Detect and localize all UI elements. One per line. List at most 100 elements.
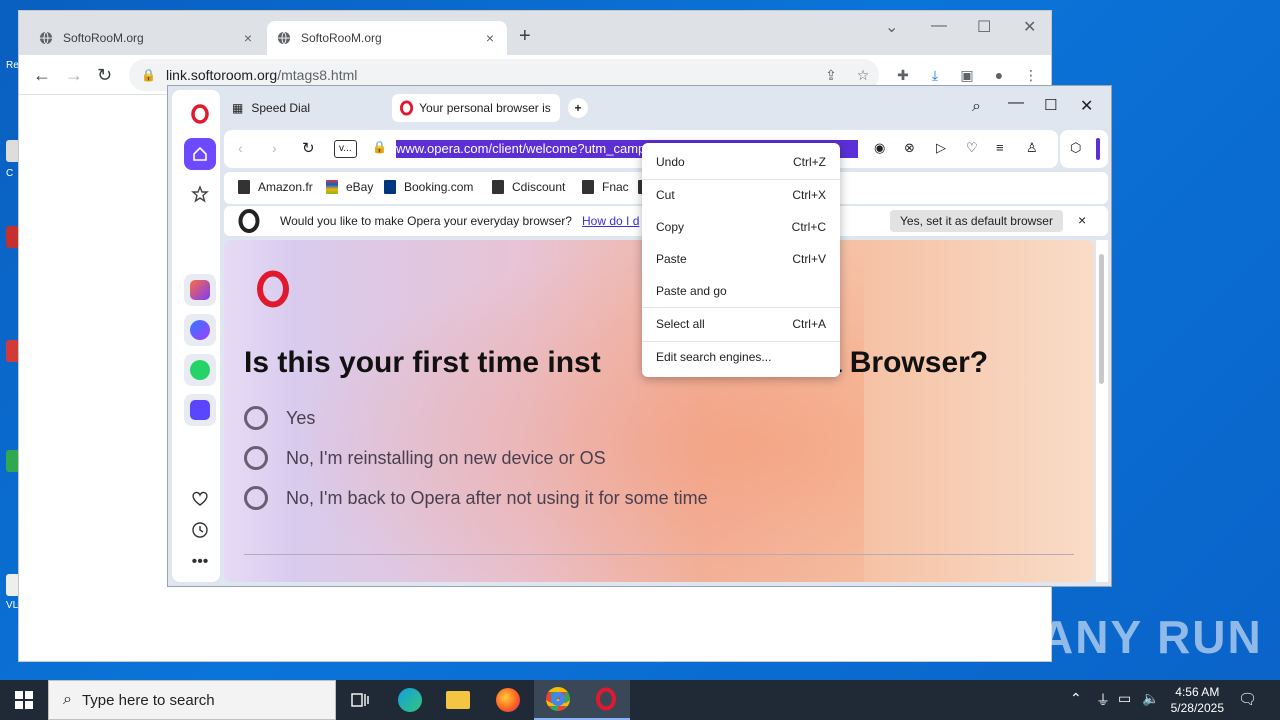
aria-icon[interactable] [184, 274, 216, 306]
maximize-icon[interactable]: ☐ [1044, 96, 1057, 114]
close-icon[interactable]: × [483, 30, 497, 46]
vpn-badge[interactable]: v... [334, 140, 357, 158]
notification-icon[interactable]: 🗨 [1238, 690, 1257, 708]
adblock-icon[interactable]: ⊗ [904, 140, 915, 156]
radio-button[interactable] [244, 406, 268, 430]
clock[interactable]: 4:56 AM 5/28/2025 [1171, 684, 1224, 716]
download-icon[interactable]: ⤓ [927, 67, 943, 83]
option-yes[interactable]: Yes [244, 406, 315, 430]
new-tab-button[interactable]: + [568, 98, 588, 118]
menu-item-undo[interactable]: Undo Ctrl+Z [656, 152, 826, 172]
history-icon[interactable] [184, 514, 216, 546]
usb-icon[interactable]: ⏚ [1096, 690, 1110, 710]
set-default-button[interactable]: Yes, set it as default browser [890, 210, 1063, 232]
chevron-up-icon[interactable]: ⌃ [1070, 690, 1082, 707]
task-view-icon [351, 693, 369, 707]
taskbar-search[interactable]: ⌕ Type here to search [48, 680, 336, 720]
menu-separator [642, 307, 840, 308]
desktop-icons: Re C VL [0, 40, 20, 680]
more-icon[interactable]: ••• [184, 546, 216, 578]
menu-label: Select all [656, 317, 705, 331]
task-view-button[interactable] [336, 680, 384, 720]
close-icon[interactable]: × [241, 30, 255, 46]
chrome-tab-1[interactable]: SoftoRooM.org × [29, 21, 265, 55]
easy-setup-icon[interactable]: ≡ [996, 140, 1004, 155]
messenger-icon[interactable] [184, 314, 216, 346]
bookmark-item[interactable]: Fnac [582, 180, 629, 194]
infobar-link[interactable]: How do I d [582, 214, 639, 228]
bookmarks-star-icon[interactable] [184, 178, 216, 210]
globe-icon [39, 31, 53, 45]
camera-icon[interactable]: ◉ [874, 140, 885, 156]
minimize-icon[interactable]: — [1008, 94, 1024, 112]
account-icon[interactable]: ♙ [1026, 140, 1038, 156]
forward-icon[interactable]: › [272, 140, 277, 156]
taskbar-opera[interactable] [582, 680, 630, 720]
clock-time: 4:56 AM [1175, 685, 1220, 699]
menu-item-select-all[interactable]: Select all Ctrl+A [656, 314, 826, 334]
forward-icon[interactable]: → [65, 65, 83, 86]
chrome-tab-2[interactable]: SoftoRooM.org × [267, 21, 507, 55]
opera-logo-icon[interactable] [184, 98, 216, 130]
taskbar-chrome[interactable] [534, 680, 582, 720]
opera-tab-title: Your personal browser is a [419, 101, 552, 115]
menu-icon[interactable]: ⋮ [1023, 67, 1039, 83]
profile-icon[interactable]: ● [991, 67, 1007, 83]
close-window-icon[interactable]: ✕ [1080, 96, 1093, 116]
menu-item-paste-and-go[interactable]: Paste and go [656, 281, 826, 301]
scrollbar-thumb[interactable] [1099, 254, 1104, 384]
bookmark-label: eBay [346, 180, 374, 194]
page-scrollbar[interactable] [1096, 240, 1108, 582]
globe-icon [277, 31, 291, 45]
menu-item-paste[interactable]: Paste Ctrl+V [656, 249, 826, 269]
heart-icon[interactable] [184, 482, 216, 514]
bookmark-item[interactable]: Amazon.fr [238, 180, 313, 194]
menu-label: Undo [656, 155, 685, 169]
bookmark-item[interactable]: eBay [326, 180, 373, 194]
search-tabs-icon[interactable]: ⌕ [972, 98, 981, 116]
menu-item-cut[interactable]: Cut Ctrl+X [656, 185, 826, 205]
share-icon[interactable]: ⇪ [823, 67, 839, 83]
close-window-icon[interactable]: ✕ [1023, 17, 1036, 37]
side-panel-icon[interactable]: ▣ [959, 67, 975, 83]
menu-item-copy[interactable]: Copy Ctrl+C [656, 217, 826, 237]
maximize-icon[interactable]: ☐ [977, 17, 991, 37]
opera-tab-welcome[interactable]: Your personal browser is a [392, 94, 560, 122]
network-icon[interactable]: ▭ [1118, 690, 1131, 707]
opera-tab-speed-dial[interactable]: ▦ Speed Dial [224, 94, 318, 122]
home-icon[interactable] [184, 138, 216, 170]
taskbar-firefox[interactable] [484, 680, 532, 720]
taskbar-explorer[interactable] [434, 680, 482, 720]
page-headline: Is this your first time inst a Browser? [244, 346, 988, 380]
new-tab-button[interactable]: + [519, 25, 531, 48]
bookmark-item[interactable]: Booking.com [384, 180, 473, 194]
option-reinstalling[interactable]: No, I'm reinstalling on new device or OS [244, 446, 606, 470]
volume-icon[interactable]: 🔈 [1142, 690, 1159, 707]
back-icon[interactable]: ‹ [238, 140, 243, 156]
taskbar-edge[interactable] [386, 680, 434, 720]
heart-icon[interactable]: ♡ [966, 140, 978, 156]
back-icon[interactable]: ← [33, 65, 51, 86]
play-icon[interactable]: ▷ [936, 140, 946, 156]
tab-search-icon[interactable]: ⌄ [885, 17, 898, 37]
extensions-icon[interactable]: ✚ [895, 67, 911, 83]
start-button[interactable] [0, 680, 48, 720]
radio-button[interactable] [244, 446, 268, 470]
chrome-tab-title: SoftoRooM.org [63, 31, 144, 45]
page-icon [582, 180, 594, 194]
whatsapp-icon[interactable] [184, 354, 216, 386]
lock-icon[interactable]: 🔒 [372, 140, 387, 154]
cube-icon[interactable]: ⬡ [1070, 140, 1081, 156]
minimize-icon[interactable]: — [931, 17, 947, 35]
music-player-icon[interactable] [184, 394, 216, 426]
close-icon[interactable]: × [1078, 212, 1086, 228]
bookmark-item[interactable]: Cdiscount [492, 180, 565, 194]
radio-button[interactable] [244, 486, 268, 510]
reload-icon[interactable]: ↻ [97, 65, 112, 86]
option-back[interactable]: No, I'm back to Opera after not using it… [244, 486, 708, 510]
chrome-tabbar: SoftoRooM.org × SoftoRooM.org × + ⌄ — ☐ … [19, 11, 1051, 55]
star-icon[interactable]: ☆ [855, 67, 871, 83]
reload-icon[interactable]: ↻ [302, 139, 315, 157]
menu-item-edit-search-engines[interactable]: Edit search engines... [656, 347, 826, 367]
anyrun-watermark: ANY RUN [1040, 611, 1263, 663]
